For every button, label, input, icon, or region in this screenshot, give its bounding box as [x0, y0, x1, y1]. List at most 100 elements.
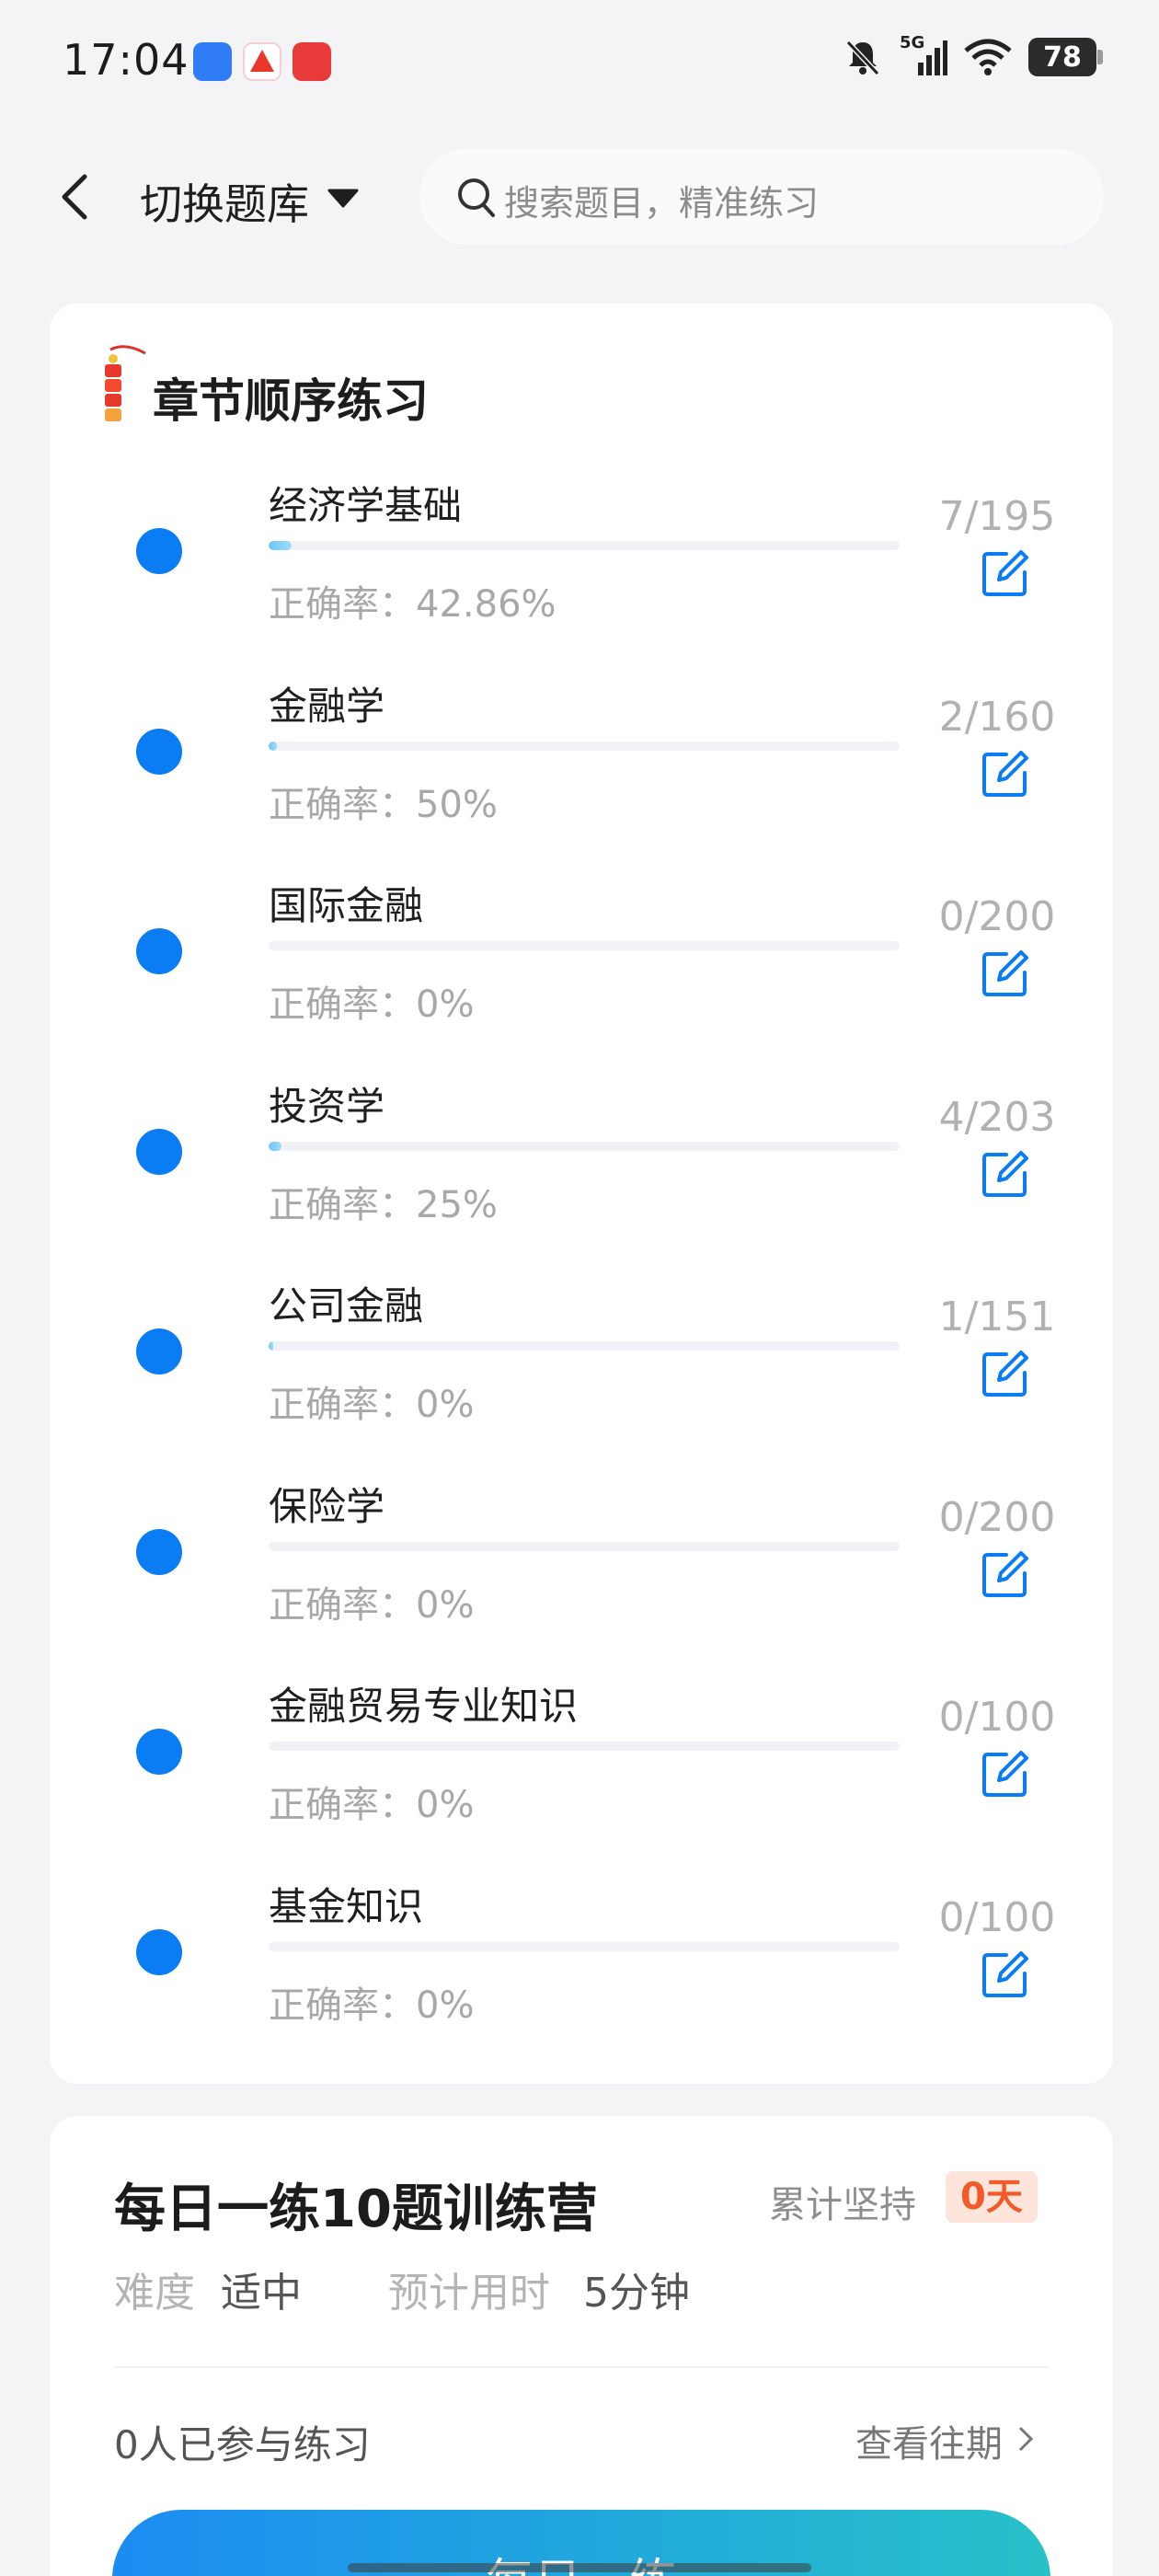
chapter-count: 7/195 [938, 493, 1056, 540]
accuracy-value: 0% [416, 1984, 475, 2027]
accuracy-value: 0% [416, 1384, 475, 1426]
search-input[interactable]: 搜索题目，精准练习 [419, 149, 1104, 245]
notifications-muted-icon [845, 40, 880, 76]
search-icon [458, 178, 495, 217]
chapter-progress-bar [269, 1742, 900, 1751]
chapter-count: 2/160 [938, 693, 1056, 741]
chapter-progress-bar [269, 941, 900, 950]
accuracy-label: 正确率： [269, 1784, 416, 1826]
chapter-practice-title: 章节顺序练习 [153, 374, 429, 428]
participants-count: 0人已参与练习 [114, 2422, 371, 2467]
chapter-name: 金融学 [269, 683, 385, 729]
wifi-icon [964, 39, 1012, 75]
chapter-row[interactable]: 基金知识正确率：0% 0/100 [50, 1857, 1113, 2058]
chapter-progress-fill [269, 741, 277, 751]
chapter-name: 金融贸易专业知识 [269, 1684, 579, 1729]
chapter-progress-fill [269, 541, 292, 550]
chapter-dot [136, 928, 182, 974]
edit-icon[interactable] [981, 1349, 1030, 1398]
chapter-name: 国际金融 [269, 883, 424, 928]
accuracy-value: 0% [416, 1583, 475, 1627]
difficulty-label: 难度 [114, 2270, 195, 2317]
chapter-accuracy: 正确率：0% [269, 1775, 474, 1828]
firecracker-icon [105, 345, 146, 421]
chapter-dot [136, 1729, 182, 1775]
chapter-count: 0/200 [938, 1493, 1056, 1541]
edit-icon[interactable] [981, 1749, 1030, 1799]
caret-down-icon[interactable] [327, 188, 359, 208]
chapter-progress-bar [269, 741, 900, 751]
edit-icon[interactable] [981, 949, 1030, 998]
daily-practice-card: 每日一练10题训练营 累计坚持 0天 难度 适中 预计用时 5分钟 0人已参与练… [50, 2116, 1113, 2576]
chapter-row[interactable]: 投资学 正确率：25% 4/203 [50, 1057, 1113, 1258]
chapter-dot [136, 1528, 182, 1575]
difficulty-value: 适中 [221, 2270, 302, 2317]
chapter-progress-fill [269, 1341, 273, 1351]
chapter-dot [136, 1128, 182, 1175]
chapter-row[interactable]: 公司金融正确率：0% 1/151 [50, 1257, 1113, 1457]
chapter-progress-fill [269, 1141, 281, 1151]
accuracy-label: 正确率： [269, 1384, 416, 1426]
chapter-count: 0/200 [938, 893, 1056, 940]
chapter-accuracy: 正确率：0% [269, 1575, 474, 1628]
edit-icon[interactable] [981, 749, 1030, 799]
battery-icon: 78 [1028, 38, 1103, 76]
chapter-progress-bar [269, 1941, 900, 1951]
accuracy-label: 正确率： [269, 1583, 416, 1627]
chapter-row[interactable]: 国际金融正确率：0% 0/200 [50, 857, 1113, 1057]
chapter-accuracy: 正确率：0% [269, 1975, 474, 2029]
accuracy-label: 正确率： [269, 983, 416, 1026]
top-bar: 切换题库 搜索题目，精准练习 [0, 129, 1159, 267]
chapter-row[interactable]: 经济学基础正确率：42.86% 7/195 [50, 456, 1113, 657]
app-notification-icon [243, 42, 281, 81]
chapter-dot [136, 1328, 182, 1374]
chapter-dot [136, 528, 182, 574]
chapter-accuracy: 正确率：42.86% [269, 574, 557, 627]
chapter-name: 公司金融 [269, 1283, 424, 1328]
streak-badge: 0天 [946, 2171, 1038, 2223]
chapter-dot [136, 728, 182, 775]
time-value: 5分钟 [583, 2270, 690, 2317]
accuracy-label: 正确率： [269, 1183, 416, 1226]
chapter-progress-bar [269, 1141, 900, 1151]
accuracy-value: 0% [416, 983, 475, 1026]
accuracy-value: 42.86% [416, 583, 557, 626]
chapter-count: 4/203 [938, 1093, 1056, 1141]
divider [114, 2366, 1049, 2368]
edit-icon[interactable] [981, 1149, 1030, 1199]
back-icon[interactable] [53, 169, 94, 224]
chapter-accuracy: 正确率：0% [269, 974, 474, 1028]
history-link[interactable]: 查看往期 [855, 2414, 1003, 2467]
chapter-progress-bar [269, 1541, 900, 1551]
network-type: 5G [900, 33, 925, 52]
accuracy-label: 正确率： [269, 583, 416, 626]
edit-icon[interactable] [981, 548, 1030, 598]
chapter-accuracy: 正确率：50% [269, 775, 498, 828]
chapter-count: 0/100 [938, 1893, 1056, 1941]
switch-bank-button[interactable]: 切换题库 [140, 171, 309, 232]
home-indicator[interactable] [348, 2563, 811, 2572]
status-time: 17:04 [63, 35, 189, 85]
accuracy-value: 25% [416, 1183, 498, 1226]
chapter-name: 保险学 [269, 1483, 385, 1529]
chapter-row[interactable]: 金融贸易专业知识正确率：0% 0/100 [50, 1657, 1113, 1857]
chapter-row[interactable]: 保险学正确率：0% 0/200 [50, 1457, 1113, 1658]
chapter-name: 基金知识 [269, 1883, 424, 1929]
app-notification-icon [193, 42, 232, 81]
chapter-progress-bar [269, 1341, 900, 1351]
accuracy-value: 50% [416, 783, 498, 826]
chapter-count: 1/151 [938, 1294, 1056, 1340]
chapter-row[interactable]: 金融学正确率：50% 2/160 [50, 657, 1113, 857]
chapter-accuracy: 正确率：0% [269, 1374, 474, 1428]
chapter-practice-card: 章节顺序练习 经济学基础 正确率：42.86% 7/195 金融学 正确率：50% 2/1… [50, 304, 1113, 2084]
edit-icon[interactable] [981, 1949, 1030, 1999]
app-notification-icon [293, 42, 331, 81]
edit-icon[interactable] [981, 1549, 1030, 1599]
chevron-right-icon[interactable] [1017, 2425, 1034, 2453]
chapter-name: 经济学基础 [269, 483, 463, 528]
accuracy-label: 正确率： [269, 783, 416, 826]
search-placeholder: 搜索题目，精准练习 [504, 183, 820, 224]
chapter-count: 0/100 [938, 1694, 1056, 1741]
signal-icon: 5G [900, 33, 947, 77]
time-label: 预计用时 [388, 2270, 550, 2317]
